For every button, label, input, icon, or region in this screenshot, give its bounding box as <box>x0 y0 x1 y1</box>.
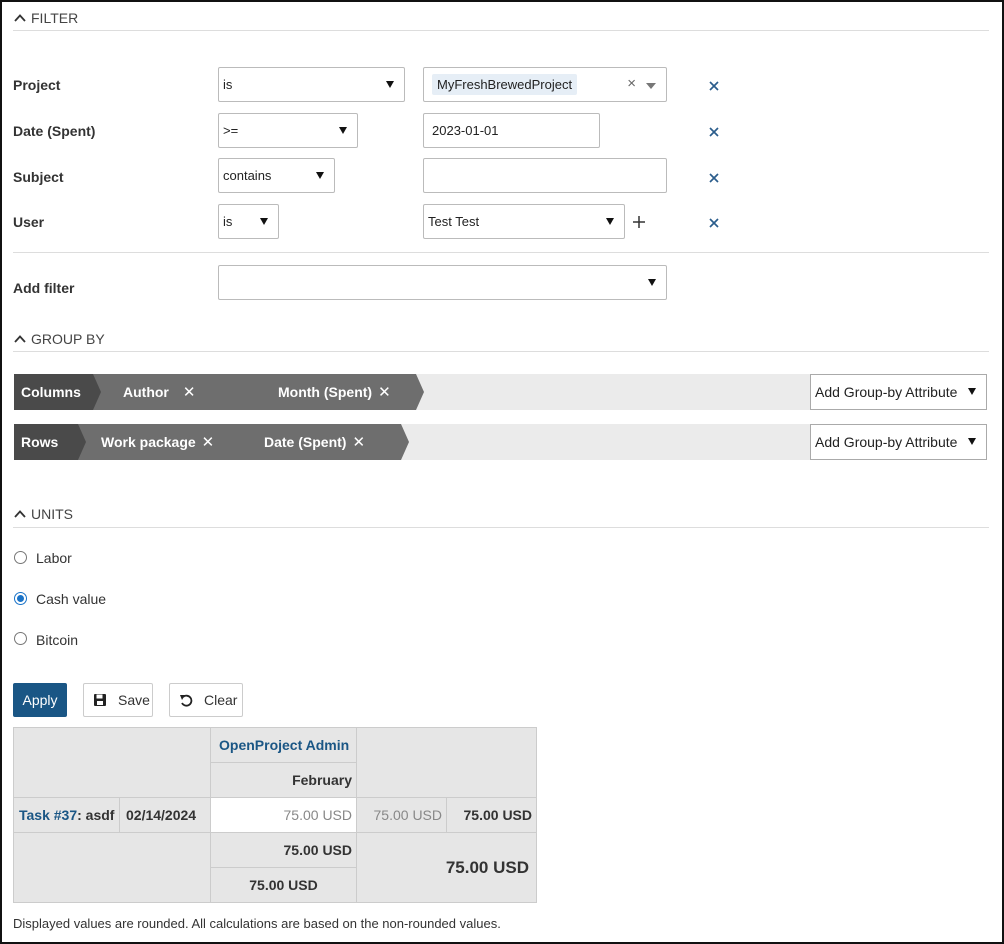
chevron-up-icon <box>14 510 26 518</box>
add-filter-select[interactable] <box>218 265 667 300</box>
column-group-header-link[interactable]: OpenProject Admin <box>219 736 349 754</box>
chevron-up-icon <box>14 14 26 22</box>
operator-value: is <box>223 77 233 92</box>
add-group-by-rows-select[interactable]: Add Group-by Attribute <box>810 424 987 460</box>
rows-label: Rows <box>21 434 59 450</box>
apply-button[interactable]: Apply <box>13 683 67 717</box>
divider <box>13 30 989 31</box>
filter-section-title: FILTER <box>31 10 79 26</box>
undo-icon <box>180 694 193 707</box>
filter-operator-subject[interactable]: contains <box>218 158 335 193</box>
save-label: Save <box>118 692 150 708</box>
group-by-section-title: GROUP BY <box>31 331 105 347</box>
add-group-by-columns-select[interactable]: Add Group-by Attribute <box>810 374 987 410</box>
filter-operator-date-spent[interactable]: >= <box>218 113 358 148</box>
unit-radio-labor[interactable] <box>14 551 27 564</box>
segment-label: Author <box>123 384 169 400</box>
segment-label: Date (Spent) <box>264 434 347 450</box>
operator-value: contains <box>223 168 272 183</box>
filter-value-project[interactable]: MyFreshBrewedProject × <box>423 67 667 102</box>
date-spent-input[interactable]: 2023-01-01 <box>423 113 600 148</box>
units-section-title: UNITS <box>31 506 73 522</box>
dropdown-arrow-icon <box>606 218 614 225</box>
dropdown-arrow-icon <box>648 279 656 286</box>
filter-label-user: User <box>13 214 45 230</box>
row-task-header: Task #37: asdf <box>19 798 114 832</box>
chevron-up-icon <box>14 335 26 343</box>
row-subtotal-cell: 75.00 USD <box>373 807 442 823</box>
filter-operator-user[interactable]: is <box>218 204 279 239</box>
task-link[interactable]: Task #37 <box>19 807 77 823</box>
close-icon[interactable] <box>707 171 721 185</box>
dropdown-arrow-icon <box>339 127 347 134</box>
row-total-cell: 75.00 USD <box>463 807 532 823</box>
filter-label-project: Project <box>13 77 61 93</box>
divider <box>119 797 120 832</box>
close-icon[interactable]: ✕ <box>183 383 196 401</box>
filter-operator-project[interactable]: is <box>218 67 405 102</box>
group-by-column-author[interactable]: Author ✕ <box>123 374 195 410</box>
divider <box>13 351 989 352</box>
subject-input[interactable] <box>423 158 667 193</box>
column-sub-header: February <box>292 772 352 788</box>
segment-label: Work package <box>101 434 196 450</box>
save-button[interactable]: Save <box>83 683 153 717</box>
group-by-rows-row: Rows Work package ✕ Date (Spent) ✕ Add G… <box>14 424 987 460</box>
close-icon[interactable] <box>707 125 721 139</box>
add-filter-label: Add filter <box>13 280 75 296</box>
filter-label-date-spent: Date (Spent) <box>13 123 96 139</box>
operator-value: is <box>223 214 233 229</box>
filter-value-user[interactable]: Test Test <box>423 204 625 239</box>
group-by-row-work-package[interactable]: Work package ✕ <box>101 424 214 460</box>
unit-label-labor: Labor <box>36 550 72 566</box>
close-icon[interactable]: ✕ <box>202 433 215 451</box>
group-by-section-toggle[interactable]: GROUP BY <box>13 328 105 350</box>
user-value: Test Test <box>428 214 480 229</box>
unit-label-bitcoin: Bitcoin <box>36 632 79 648</box>
add-attribute-label: Add Group-by Attribute <box>815 434 958 450</box>
units-section-toggle[interactable]: UNITS <box>13 503 73 525</box>
dropdown-arrow-icon <box>968 388 976 395</box>
clear-label: Clear <box>204 692 238 708</box>
add-attribute-label: Add Group-by Attribute <box>815 384 958 400</box>
project-chip: MyFreshBrewedProject <box>432 74 578 95</box>
dropdown-arrow-icon <box>646 83 656 89</box>
close-icon[interactable]: ✕ <box>378 383 391 401</box>
column-total-cell-2: 75.00 USD <box>249 877 318 893</box>
task-subject: : asdf <box>77 807 115 823</box>
dropdown-arrow-icon <box>386 81 394 88</box>
divider <box>13 252 989 253</box>
group-by-row-date-spent[interactable]: Date (Spent) ✕ <box>264 424 365 460</box>
plus-icon[interactable] <box>632 215 646 229</box>
segment-label: Month (Spent) <box>278 384 373 400</box>
close-icon[interactable] <box>707 79 721 93</box>
operator-value: >= <box>223 123 239 138</box>
divider <box>13 527 989 528</box>
unit-label-cash-value: Cash value <box>36 591 107 607</box>
unit-radio-bitcoin[interactable] <box>14 632 27 645</box>
unit-radio-cash-value[interactable] <box>14 592 27 605</box>
dropdown-arrow-icon <box>316 172 324 179</box>
clear-icon[interactable]: × <box>627 75 636 92</box>
close-icon[interactable] <box>707 216 721 230</box>
group-by-columns-row: Columns Author ✕ Month (Spent) ✕ Add Gro… <box>14 374 987 410</box>
rounding-footnote: Displayed values are rounded. All calcul… <box>13 916 501 931</box>
filter-label-subject: Subject <box>13 169 64 185</box>
grand-total-cell: 75.00 USD <box>445 858 529 877</box>
column-total-cell: 75.00 USD <box>283 842 352 858</box>
close-icon[interactable]: ✕ <box>352 433 365 451</box>
group-by-column-month[interactable]: Month (Spent) ✕ <box>278 374 391 410</box>
filter-section-toggle[interactable]: FILTER <box>13 7 78 29</box>
clear-button[interactable]: Clear <box>169 683 243 717</box>
columns-label: Columns <box>21 384 81 400</box>
row-date-header: 02/14/2024 <box>126 807 197 823</box>
dropdown-arrow-icon <box>260 218 268 225</box>
dropdown-arrow-icon <box>968 438 976 445</box>
value-cell: 75.00 USD <box>283 807 352 823</box>
floppy-disk-icon <box>94 694 106 706</box>
